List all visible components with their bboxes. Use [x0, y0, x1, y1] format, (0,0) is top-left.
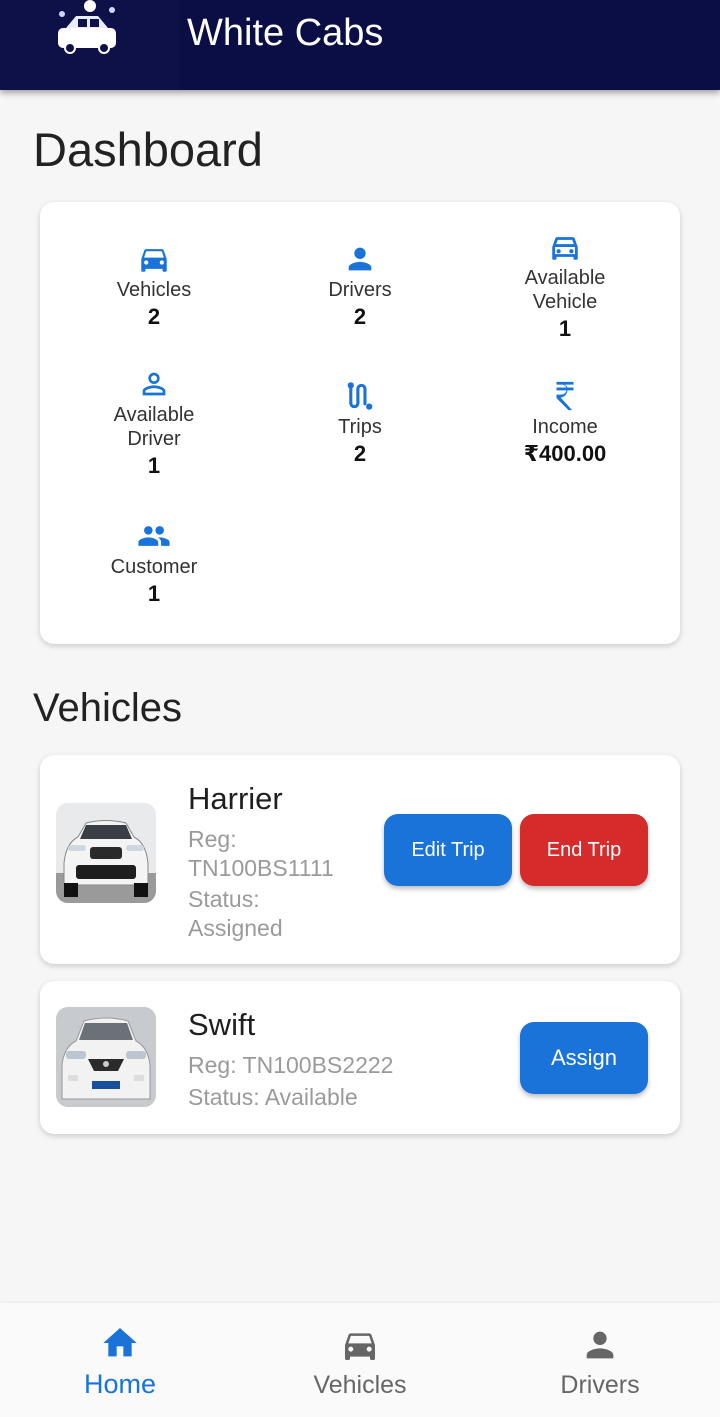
- car-icon: [345, 1333, 375, 1360]
- vehicle-card: Harrier Reg: TN100BS1111 Status: Assigne…: [40, 755, 680, 964]
- nav-item-drivers[interactable]: Drivers: [480, 1303, 720, 1417]
- stat-trips[interactable]: Trips 2: [260, 379, 460, 469]
- car-outline-icon: [552, 237, 578, 260]
- vehicle-status: Status: Assigned: [188, 885, 283, 943]
- nav-label: Drivers: [560, 1371, 640, 1399]
- stat-label: Income: [532, 416, 598, 438]
- stat-label: Customer: [110, 556, 198, 578]
- stat-label: Available Driver: [113, 404, 195, 450]
- vehicle-photo: [56, 1007, 156, 1107]
- app-title: White Cabs: [187, 12, 384, 54]
- vehicle-status-value: Assigned: [188, 915, 283, 941]
- vehicle-reg: Reg: TN100BS1111: [188, 825, 334, 883]
- home-icon: [103, 1328, 137, 1357]
- stat-value: 1: [147, 453, 161, 478]
- stat-vehicles[interactable]: Vehicles 2: [54, 242, 254, 332]
- nav-item-home[interactable]: Home: [0, 1303, 240, 1417]
- end-trip-button[interactable]: End Trip: [520, 814, 648, 886]
- vehicle-reg-number: TN100BS1111: [188, 855, 334, 881]
- edit-trip-button[interactable]: Edit Trip: [384, 814, 512, 886]
- vehicle-reg: Reg: TN100BS2222: [188, 1052, 394, 1078]
- stat-value: 2: [353, 304, 367, 329]
- nav-item-vehicles[interactable]: Vehicles: [240, 1303, 480, 1417]
- vehicle-photo: [56, 803, 156, 903]
- stat-value: 2: [353, 441, 367, 466]
- stat-label: Available Vehicle: [524, 267, 606, 313]
- dashboard-stats-card: Vehicles 2 Drivers 2 Available Vehicle 1…: [40, 202, 680, 644]
- stat-label: Vehicles: [116, 279, 192, 301]
- vehicle-status: Status: Available: [188, 1084, 358, 1110]
- route-icon: [347, 382, 373, 410]
- stat-label: Drivers: [328, 279, 392, 301]
- group-icon: [138, 526, 170, 546]
- vehicle-name: Harrier: [188, 781, 283, 816]
- stat-available-driver[interactable]: Available Driver 1: [54, 367, 254, 481]
- vehicle-card: Swift Reg: TN100BS2222 Status: Available…: [40, 981, 680, 1134]
- person-icon: [348, 247, 372, 271]
- vehicles-section-title: Vehicles: [33, 686, 182, 730]
- app-bar: White Cabs: [0, 0, 720, 90]
- stat-customer[interactable]: Customer 1: [54, 519, 254, 609]
- assign-button[interactable]: Assign: [520, 1022, 648, 1094]
- person-icon: [586, 1331, 614, 1359]
- stat-value: 1: [558, 316, 572, 341]
- car-icon: [141, 249, 167, 272]
- nav-label: Vehicles: [313, 1371, 407, 1399]
- stat-value: ₹400.00: [523, 441, 607, 466]
- vehicle-name: Swift: [188, 1007, 256, 1042]
- person-outline-icon: [142, 372, 166, 396]
- vehicle-status-label: Status:: [188, 886, 260, 912]
- rupee-icon: [556, 381, 574, 411]
- stat-drivers[interactable]: Drivers 2: [260, 242, 460, 332]
- stat-income[interactable]: Income ₹400.00: [465, 379, 665, 469]
- vehicle-reg-label: Reg:: [188, 826, 237, 852]
- app-logo: [0, 0, 180, 90]
- bottom-nav: Home Vehicles Drivers: [0, 1303, 720, 1417]
- stat-value: 2: [147, 304, 161, 329]
- stat-label: Trips: [338, 416, 382, 438]
- stat-value: 1: [147, 581, 161, 606]
- taxi-logo-icon: [58, 0, 116, 54]
- nav-label: Home: [83, 1369, 157, 1399]
- stat-available-vehicle[interactable]: Available Vehicle 1: [465, 230, 665, 344]
- page-title: Dashboard: [33, 123, 263, 176]
